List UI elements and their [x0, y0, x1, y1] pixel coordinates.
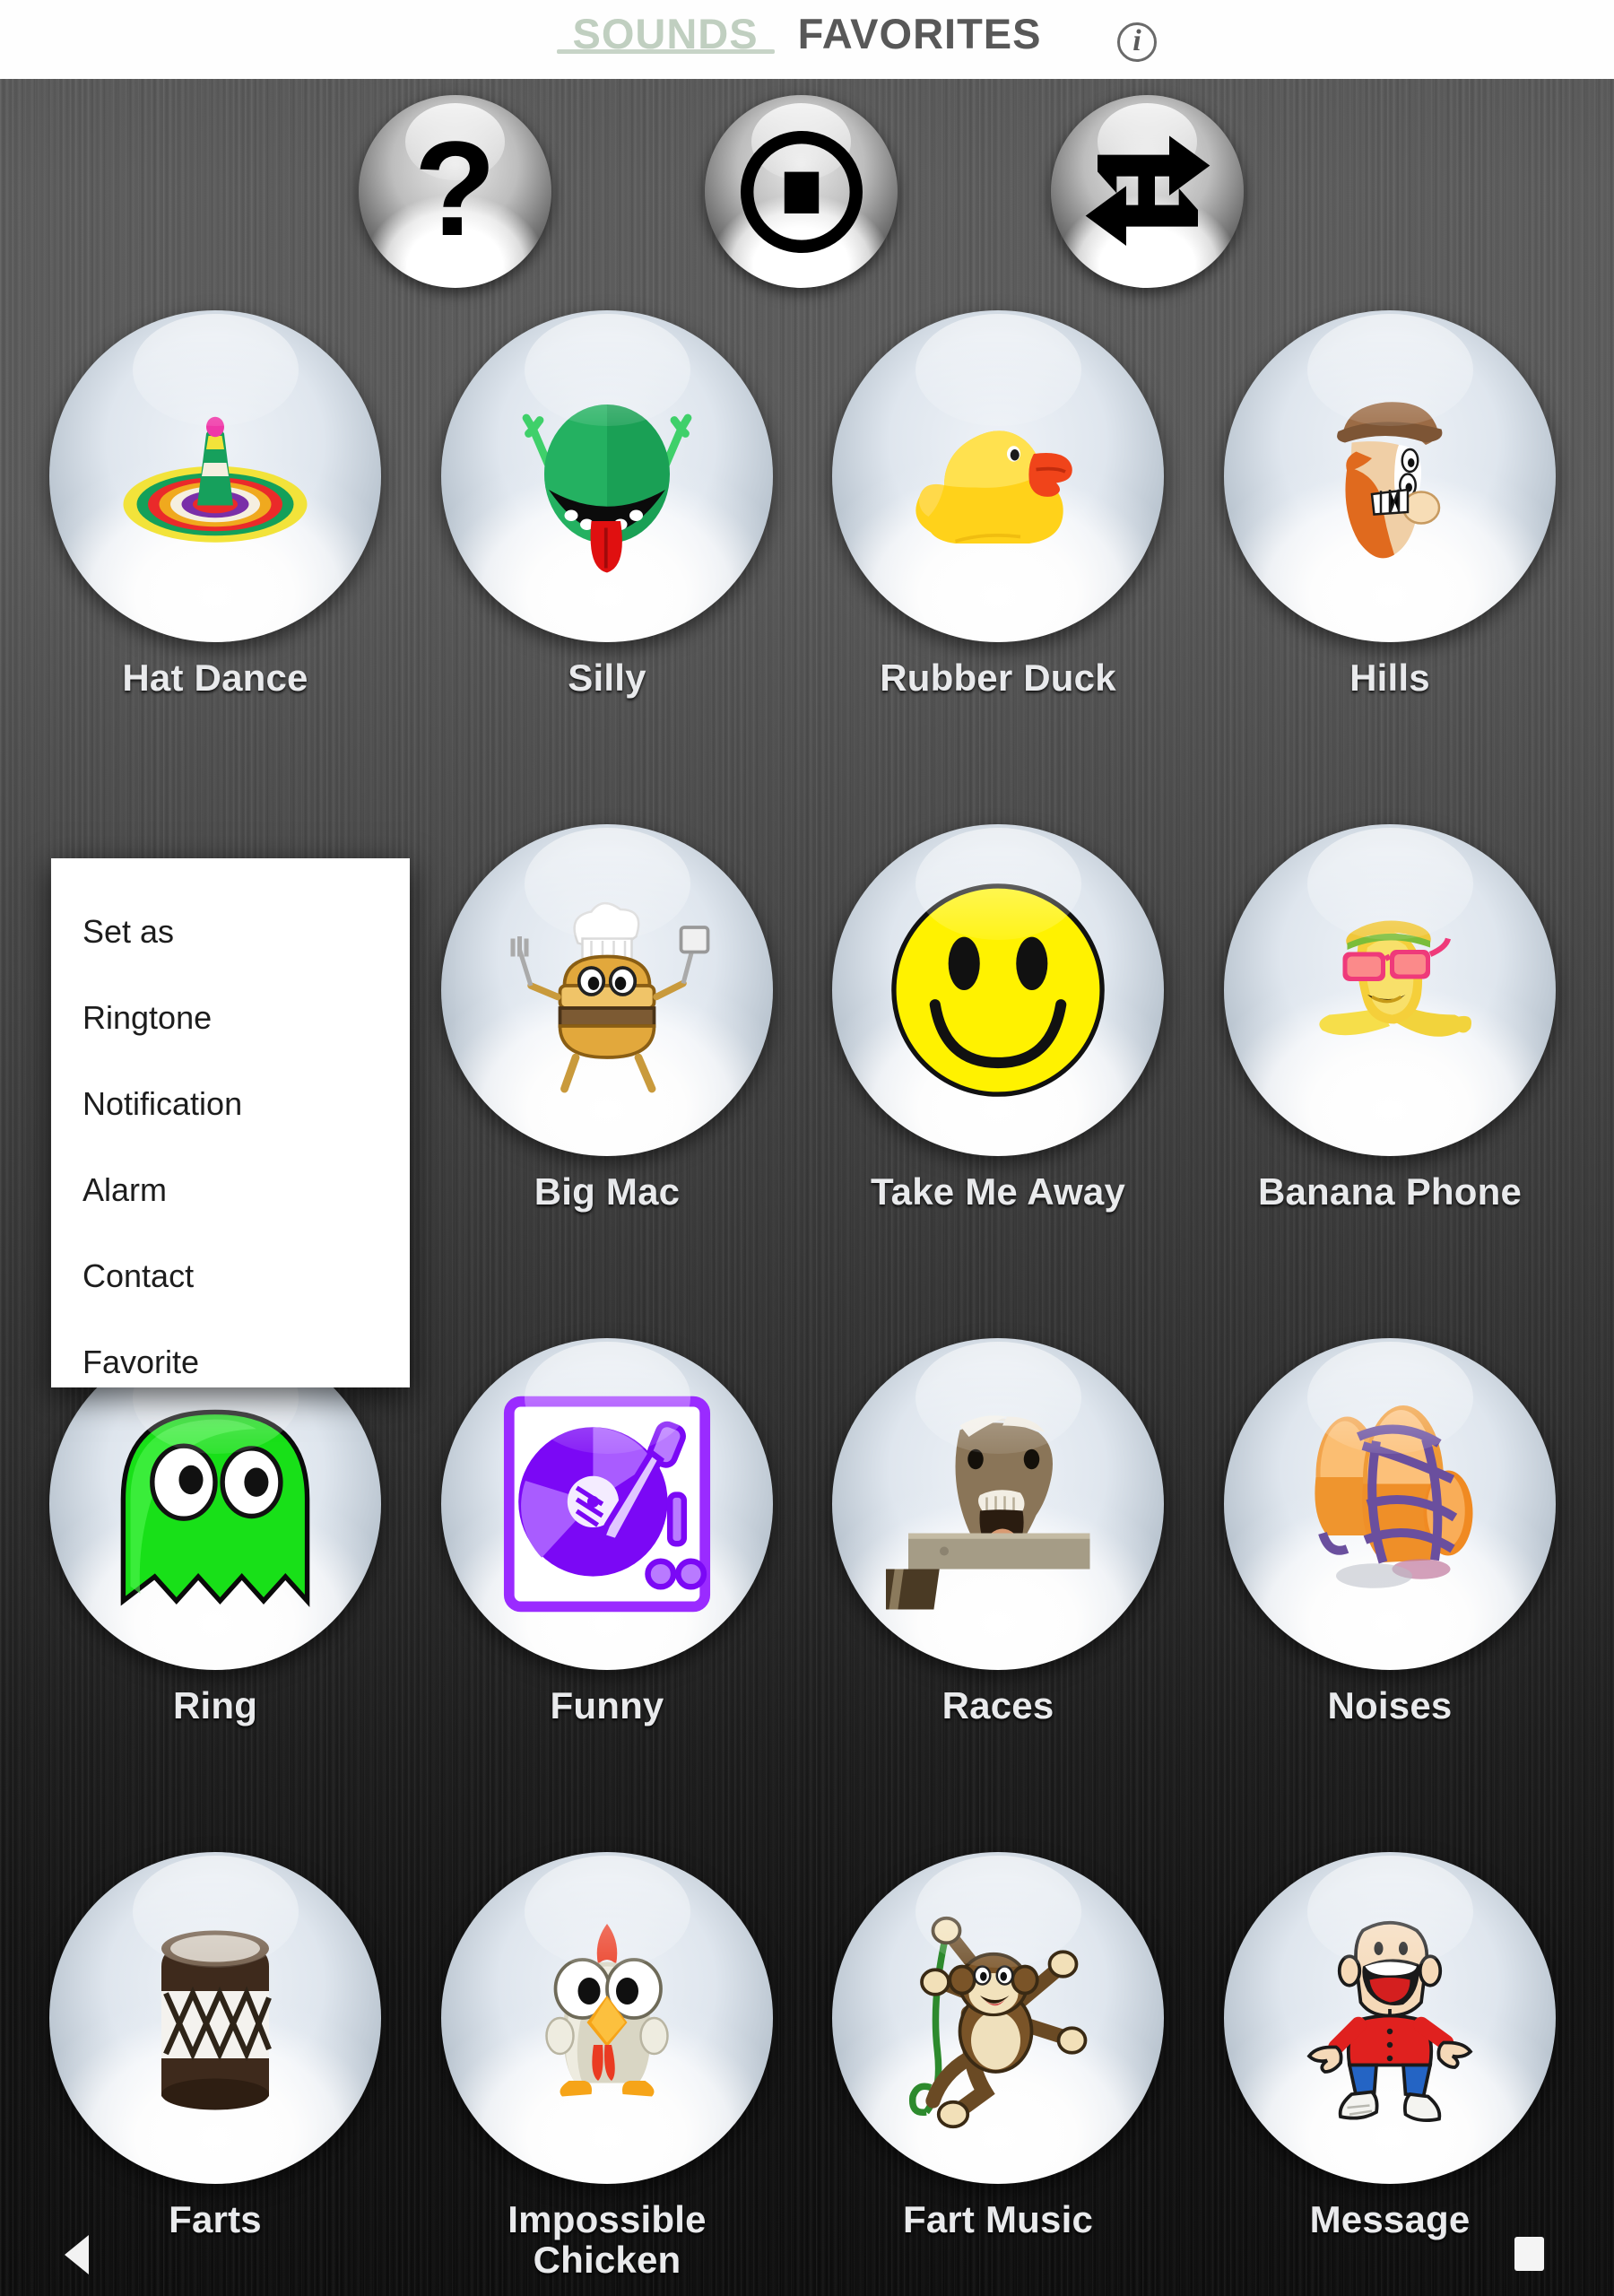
sound-label: Funny: [550, 1684, 664, 1726]
sound-item-funny[interactable]: Funny: [419, 1338, 795, 1726]
stop-icon: [740, 130, 863, 253]
context-menu-item-ringtone[interactable]: Ringtone: [51, 975, 410, 1061]
sound-bubble[interactable]: [1224, 310, 1556, 642]
sound-item-hills[interactable]: Hills: [1202, 310, 1578, 699]
context-menu-item-notification[interactable]: Notification: [51, 1061, 410, 1147]
sound-label: Races: [941, 1684, 1054, 1726]
sound-label: Hat Dance: [122, 657, 308, 699]
sound-item-races[interactable]: Races: [810, 1338, 1186, 1726]
help-button[interactable]: ?: [359, 95, 551, 288]
context-menu-item-alarm[interactable]: Alarm: [51, 1147, 410, 1233]
sound-label: Hills: [1349, 657, 1430, 699]
sound-bubble[interactable]: [441, 310, 773, 642]
sound-bubble[interactable]: [1224, 1338, 1556, 1670]
context-menu: Set as Ringtone Notification Alarm Conta…: [51, 858, 410, 1387]
green-monster-tongue-icon: [441, 310, 773, 642]
repeat-icon: [1085, 135, 1210, 246]
back-triangle-icon[interactable]: [65, 2235, 89, 2274]
tab-sounds[interactable]: SOUNDS: [553, 0, 778, 63]
sound-item-noises[interactable]: Noises: [1202, 1338, 1578, 1726]
sound-label: Noises: [1327, 1684, 1453, 1726]
sound-bubble[interactable]: [441, 1338, 773, 1670]
question-mark-icon: ?: [413, 112, 497, 264]
burger-chef-icon: [441, 824, 773, 1156]
sound-row: Hat Dance Silly Rubber Duck Hills: [0, 310, 1614, 824]
sound-row: Ring Funny Races Noises: [0, 1338, 1614, 1852]
sound-label: Take Me Away: [870, 1170, 1126, 1213]
tab-bar: SOUNDS FAVORITES i: [0, 0, 1614, 79]
laughing-man-icon: [1224, 1852, 1556, 2184]
sound-item-silly[interactable]: Silly: [419, 310, 795, 699]
context-menu-item-contact[interactable]: Contact: [51, 1233, 410, 1319]
chicken-icon: [441, 1852, 773, 2184]
info-icon-glyph: i: [1132, 24, 1141, 57]
sound-bubble[interactable]: [832, 1852, 1164, 2184]
sound-label: Rubber Duck: [880, 657, 1116, 699]
rubber-duck-icon: [832, 310, 1164, 642]
sound-bubble[interactable]: [832, 1338, 1164, 1670]
sound-item-farts[interactable]: Farts: [27, 1852, 404, 2240]
sound-label: Big Mac: [534, 1170, 681, 1213]
turntable-icon: [441, 1338, 773, 1670]
sound-item-hat-dance[interactable]: Hat Dance: [27, 310, 404, 699]
sound-bubble[interactable]: [832, 310, 1164, 642]
sound-item-fart-music[interactable]: Fart Music: [810, 1852, 1186, 2240]
sound-bubble[interactable]: [1224, 1852, 1556, 2184]
sound-bubble[interactable]: [1224, 824, 1556, 1156]
sound-bubble[interactable]: [49, 1852, 381, 2184]
bongo-drums-icon: [1224, 1338, 1556, 1670]
sound-bubble[interactable]: [49, 310, 381, 642]
sound-bubble[interactable]: [832, 824, 1164, 1156]
sound-item-banana-phone[interactable]: Banana Phone: [1202, 824, 1578, 1213]
laughing-horse-icon: [832, 1338, 1164, 1670]
sound-item-message[interactable]: Message: [1202, 1852, 1578, 2240]
home-circle-icon[interactable]: [793, 2240, 820, 2267]
hillbilly-cowboy-icon: [1224, 310, 1556, 642]
sound-label: Silly: [568, 657, 646, 699]
sound-item-take-me-away[interactable]: Take Me Away: [810, 824, 1186, 1213]
stop-button[interactable]: [705, 95, 898, 288]
sound-label: Ring: [172, 1684, 258, 1726]
banana-sunglasses-icon: [1224, 824, 1556, 1156]
info-icon[interactable]: i: [1117, 22, 1157, 62]
tab-favorites[interactable]: FAVORITES: [778, 0, 1062, 63]
sound-bubble[interactable]: [441, 824, 773, 1156]
sound-item-rubber-duck[interactable]: Rubber Duck: [810, 310, 1186, 699]
monkey-icon: [832, 1852, 1164, 2184]
android-navigation-bar: [0, 2213, 1614, 2296]
sound-item-big-mac[interactable]: Big Mac: [419, 824, 795, 1213]
context-menu-item-favorite[interactable]: Favorite: [51, 1319, 410, 1405]
context-menu-item-set-as[interactable]: Set as: [51, 889, 410, 975]
smiley-face-icon: [832, 824, 1164, 1156]
tab-active-indicator: [556, 49, 775, 54]
sound-label: Banana Phone: [1257, 1170, 1523, 1213]
drum-icon: [49, 1852, 381, 2184]
tab-favorites-label: FAVORITES: [797, 10, 1042, 57]
recents-square-icon[interactable]: [1514, 2237, 1544, 2271]
app-screen: ? Hat Dance Silly Rubber Duck Hills Big …: [0, 79, 1614, 2296]
repeat-button[interactable]: [1051, 95, 1244, 288]
sound-bubble[interactable]: [441, 1852, 773, 2184]
sombrero-icon: [49, 310, 381, 642]
control-button-row: ?: [0, 95, 1614, 301]
